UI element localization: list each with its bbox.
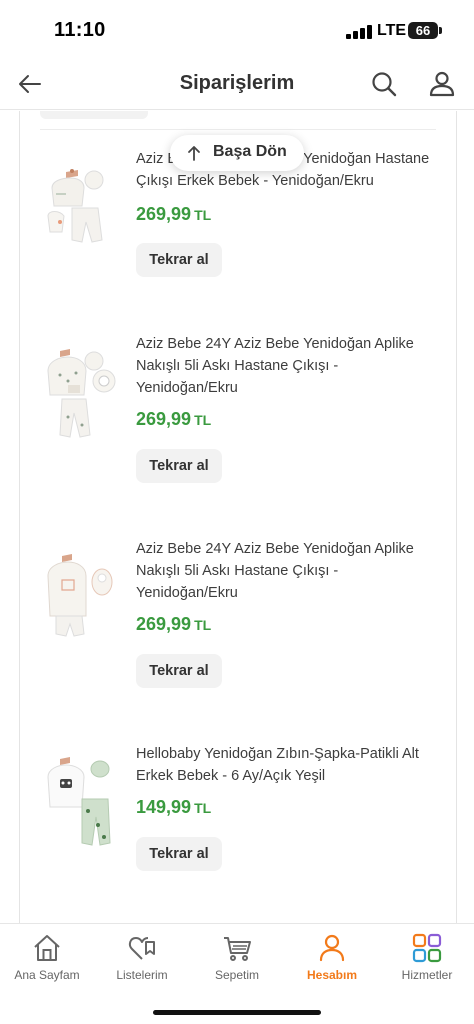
tab-label: Hizmetler [401,968,453,982]
app-header: Siparişlerim [0,58,474,110]
search-button[interactable] [368,68,400,100]
product-title[interactable]: Aziz Bebe 24Y Aziz Bebe Yenidoğan Aplike… [136,538,436,604]
back-to-top-button[interactable]: Başa Dön [170,135,304,171]
product-title[interactable]: Hellobaby Yenidoğan Zıbın-Şapka-Patikli … [136,743,436,787]
user-button[interactable] [426,68,458,100]
price-value: 269,99 [136,204,192,224]
battery-tip [439,27,442,34]
home-indicator[interactable] [153,1010,321,1015]
tab-cart[interactable]: Sepetim [190,924,284,994]
status-time: 11:10 [54,19,106,41]
page-title: Siparişlerim [179,72,295,94]
search-icon [372,72,397,97]
orders-content[interactable]: Aziz Bebe 24Y Aziz Bebe Yenidoğan Hastan… [0,111,474,923]
order-item: Aziz Bebe 24Y Aziz Bebe Yenidoğan Aplike… [20,333,450,513]
price-currency: TL [194,207,212,223]
divider [40,129,436,130]
tab-services[interactable]: Hizmetler [380,924,474,994]
user-icon [429,71,455,97]
rebuy-button[interactable]: Tekrar al [136,654,222,688]
tab-label: Sepetim [214,968,260,982]
back-to-top-label: Başa Dön [213,143,287,160]
product-image [42,755,120,853]
signal-icon [346,25,372,39]
battery-icon: 66 [408,22,438,39]
product-image [42,550,120,648]
account-icon [319,934,345,962]
heart-list-icon [128,937,155,960]
rebuy-button[interactable]: Tekrar al [136,837,222,871]
price-value: 269,99 [136,409,192,429]
home-icon [34,935,60,961]
network-type: LTE [377,22,407,39]
product-price: 269,99 TL [136,204,211,225]
price-value: 149,99 [136,797,192,817]
product-image [42,160,120,258]
tab-label: Ana Sayfam [14,968,80,982]
product-image [42,345,120,443]
product-price: 149,99 TL [136,797,211,818]
rebuy-button[interactable]: Tekrar al [136,243,222,277]
price-value: 269,99 [136,614,192,634]
price-currency: TL [194,800,212,816]
order-item: Aziz Bebe 24Y Aziz Bebe Yenidoğan Aplike… [20,538,450,718]
tab-label: Listelerim [116,968,168,982]
bottom-tab-bar: Ana Sayfam Listelerim Sepetim Hesabım Hi… [0,923,474,1024]
product-price: 269,99 TL [136,614,211,635]
services-icon [412,933,442,963]
order-item: Hellobaby Yenidoğan Zıbın-Şapka-Patikli … [20,743,450,923]
product-price: 269,99 TL [136,409,211,430]
tab-account[interactable]: Hesabım [285,924,379,994]
tab-label: Hesabım [306,968,358,982]
previous-rebuy-button[interactable] [40,111,148,119]
status-bar: 11:10 LTE 66 [0,0,474,58]
order-item: Aziz Bebe 24Y Aziz Bebe Yenidoğan Hastan… [20,148,450,328]
price-currency: TL [194,617,212,633]
price-currency: TL [194,412,212,428]
arrow-up-icon [188,146,200,161]
cart-icon [224,937,251,961]
tab-home[interactable]: Ana Sayfam [0,924,94,994]
product-title[interactable]: Aziz Bebe 24Y Aziz Bebe Yenidoğan Aplike… [136,333,436,399]
rebuy-button[interactable]: Tekrar al [136,449,222,483]
tab-lists[interactable]: Listelerim [95,924,189,994]
